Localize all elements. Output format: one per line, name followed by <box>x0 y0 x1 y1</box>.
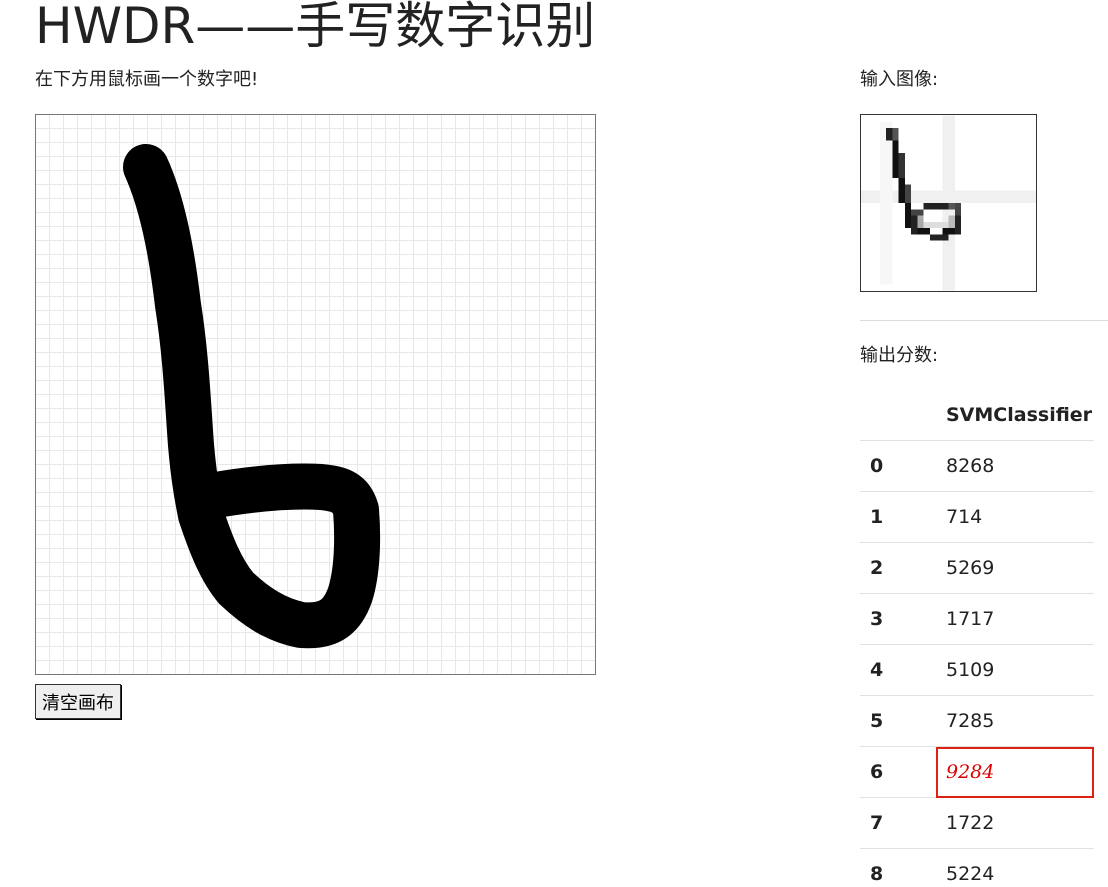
output-scores-label: 输出分数: <box>860 345 939 366</box>
row-score: 1722 <box>936 797 1094 849</box>
row-score: 5269 <box>936 542 1094 594</box>
drawn-stroke <box>123 144 381 649</box>
row-digit: 3 <box>860 593 936 645</box>
divider <box>860 320 1108 321</box>
page-title: HWDR——手写数字识别 <box>35 0 596 55</box>
table-row: 7 1722 <box>860 797 1094 849</box>
table-header-row: SVMClassifier <box>860 390 1094 441</box>
row-digit: 7 <box>860 797 936 849</box>
clear-canvas-button[interactable]: 清空画布 <box>35 684 121 719</box>
page: HWDR——手写数字识别 在下方用鼠标画一个数字吧! 清空画布 输入图像: 输出… <box>0 0 1108 887</box>
row-digit: 8 <box>860 848 936 887</box>
table-row: 3 1717 <box>860 593 1094 645</box>
table-row: 0 8268 <box>860 440 1094 492</box>
row-digit: 2 <box>860 542 936 594</box>
drawing-canvas[interactable] <box>35 114 596 675</box>
row-score: 5109 <box>936 644 1094 696</box>
table-row: 8 5224 <box>860 848 1094 887</box>
table-header-classifier: SVMClassifier <box>946 404 1093 426</box>
row-score: 714 <box>936 491 1094 543</box>
table-row: 4 5109 <box>860 644 1094 696</box>
row-digit: 6 <box>860 746 936 798</box>
table-row: 1 714 <box>860 491 1094 543</box>
row-score: 7285 <box>936 695 1094 747</box>
row-digit: 5 <box>860 695 936 747</box>
row-digit: 0 <box>860 440 936 492</box>
instructions-text: 在下方用鼠标画一个数字吧! <box>35 69 259 90</box>
table-row: 5 7285 <box>860 695 1094 747</box>
row-digit: 4 <box>860 644 936 696</box>
scores-table: SVMClassifier 0 8268 1 714 2 5269 3 1717… <box>860 390 1094 887</box>
table-row-highlighted: 6 9284 <box>860 746 1094 798</box>
downsampled-digit-image <box>861 115 1036 291</box>
table-row: 2 5269 <box>860 542 1094 594</box>
row-score: 8268 <box>936 440 1094 492</box>
top-score-cell: 9284 <box>936 746 1094 798</box>
row-score: 1717 <box>936 593 1094 645</box>
row-digit: 1 <box>860 491 936 543</box>
table-header-digit <box>860 390 936 441</box>
input-image-preview <box>860 114 1037 292</box>
row-score: 5224 <box>936 848 1094 887</box>
input-image-label: 输入图像: <box>860 69 939 90</box>
